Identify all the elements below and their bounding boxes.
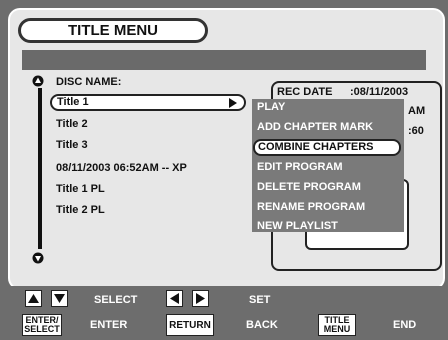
title-row[interactable]: Title 3 bbox=[56, 139, 88, 151]
rec-date-value: :08/11/2003 bbox=[350, 86, 409, 98]
header-bar bbox=[22, 50, 426, 70]
page-title-text: TITLE MENU bbox=[68, 22, 158, 39]
rec-date-label: REC DATE bbox=[277, 86, 333, 98]
up-arrow-key[interactable] bbox=[25, 290, 42, 307]
title-row[interactable]: Title 1 bbox=[50, 94, 246, 111]
enter-label: ENTER bbox=[90, 319, 128, 331]
left-arrow-key[interactable] bbox=[166, 290, 183, 307]
menu-item-label: COMBINE CHAPTERS bbox=[258, 141, 374, 153]
enter-select-key-text: ENTER/ SELECT bbox=[24, 315, 60, 334]
menu-item-edit-program[interactable]: EDIT PROGRAM bbox=[257, 161, 343, 173]
menu-item-delete-program[interactable]: DELETE PROGRAM bbox=[257, 181, 361, 193]
disc-name-label: DISC NAME: bbox=[56, 76, 122, 88]
title-row[interactable]: Title 2 bbox=[56, 118, 88, 130]
set-label: SET bbox=[249, 294, 271, 306]
rec-time-partial: AM bbox=[408, 105, 426, 117]
down-arrow-key[interactable] bbox=[51, 290, 68, 307]
menu-item-add-chapter-mark[interactable]: ADD CHAPTER MARK bbox=[257, 121, 373, 133]
arrow-up-icon bbox=[28, 294, 39, 303]
title-menu-key-text: TITLE MENU bbox=[323, 315, 351, 334]
menu-item-combine-chapters[interactable]: COMBINE CHAPTERS bbox=[253, 139, 401, 156]
title-menu-key[interactable]: TITLE MENU bbox=[318, 314, 356, 336]
menu-item-play[interactable]: PLAY bbox=[257, 101, 285, 113]
play-arrow-icon bbox=[229, 98, 237, 108]
menu-item-rename-program[interactable]: RENAME PROGRAM bbox=[257, 201, 365, 213]
title-row[interactable]: 08/11/2003 06:52AM -- XP bbox=[56, 162, 187, 174]
title-row[interactable]: Title 2 PL bbox=[56, 204, 105, 216]
arrow-left-icon bbox=[170, 293, 179, 304]
return-key-text: RETURN bbox=[169, 319, 211, 331]
back-label: BACK bbox=[246, 319, 278, 331]
scrollbar-track[interactable] bbox=[38, 88, 42, 249]
right-arrow-key[interactable] bbox=[192, 290, 209, 307]
return-key[interactable]: RETURN bbox=[166, 314, 214, 336]
select-label: SELECT bbox=[94, 294, 138, 306]
title-row[interactable]: Title 1 PL bbox=[56, 183, 105, 195]
page-title: TITLE MENU bbox=[18, 18, 208, 43]
arrow-right-icon bbox=[196, 293, 205, 304]
scroll-down-icon[interactable] bbox=[32, 252, 44, 264]
arrow-down-icon bbox=[54, 294, 65, 303]
end-label: END bbox=[393, 319, 417, 331]
rec-length-partial: :60 bbox=[408, 125, 424, 137]
enter-select-key[interactable]: ENTER/ SELECT bbox=[22, 314, 62, 336]
scroll-up-icon[interactable] bbox=[32, 75, 44, 87]
menu-item-new-playlist[interactable]: NEW PLAYLIST bbox=[257, 220, 338, 232]
title-row-label: Title 1 bbox=[57, 96, 89, 108]
